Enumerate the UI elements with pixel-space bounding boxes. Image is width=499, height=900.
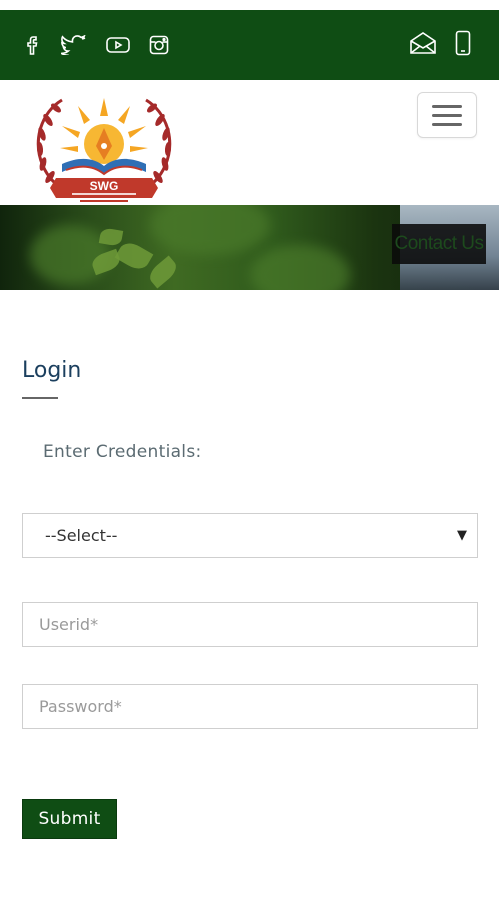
hamburger-menu-button[interactable] (417, 92, 477, 138)
banner-caption: Contact Us (392, 224, 486, 264)
title-underline (22, 397, 58, 399)
social-links (22, 34, 188, 56)
role-select[interactable]: --Select-- ▼ (22, 513, 478, 558)
instagram-icon[interactable] (149, 34, 169, 56)
banner-foliage (150, 205, 270, 255)
twitter-icon[interactable] (61, 34, 87, 56)
mail-icon[interactable] (409, 31, 437, 59)
hamburger-line (432, 122, 462, 126)
top-bar (0, 10, 499, 80)
userid-input[interactable] (22, 602, 478, 647)
logo-text: SWG (90, 179, 119, 193)
page-title: Login (22, 358, 82, 383)
mobile-phone-icon[interactable] (455, 30, 471, 60)
hamburger-line (432, 104, 462, 108)
banner-foliage (250, 245, 350, 290)
site-header: SWG (0, 80, 499, 205)
hamburger-line (432, 113, 462, 117)
banner-leaf (145, 255, 181, 289)
password-input[interactable] (22, 684, 478, 729)
credentials-label: Enter Credentials: (43, 442, 202, 462)
page-banner: Contact Us (0, 205, 499, 290)
facebook-icon[interactable] (22, 34, 42, 56)
login-section: Login Enter Credentials: --Select-- ▼ Su… (0, 290, 499, 900)
swg-logo[interactable]: SWG (32, 94, 176, 212)
youtube-icon[interactable] (106, 34, 130, 56)
dropdown-arrow-icon: ▼ (457, 528, 467, 543)
submit-button[interactable]: Submit (22, 799, 117, 839)
banner-leaf (114, 238, 154, 274)
contact-links (409, 30, 471, 60)
role-select-value: --Select-- (45, 526, 118, 545)
